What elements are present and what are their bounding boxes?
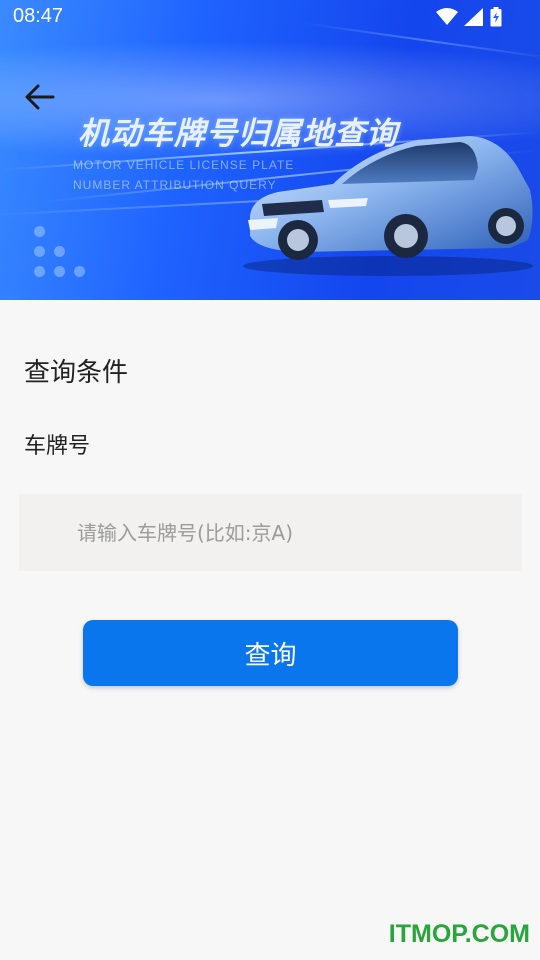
status-icons [436,7,502,27]
wifi-icon [436,8,458,25]
plate-number-label: 车牌号 [24,434,91,459]
status-time: 08:47 [13,5,64,27]
query-button[interactable]: 查询 [83,620,458,686]
header-banner: 08:47 机动车牌号归属地查询 MOTOR VEHICLE LICENSE P… [0,0,540,300]
watermark: ITMOP.COM [388,920,530,948]
plate-number-input[interactable] [19,494,522,571]
section-title: 查询条件 [24,358,129,388]
car-illustration [243,136,533,276]
battery-charging-icon [490,7,502,27]
back-button[interactable] [20,80,60,114]
arrow-left-icon [25,84,55,110]
cellular-signal-icon [464,8,483,26]
status-bar: 08:47 [0,0,540,34]
